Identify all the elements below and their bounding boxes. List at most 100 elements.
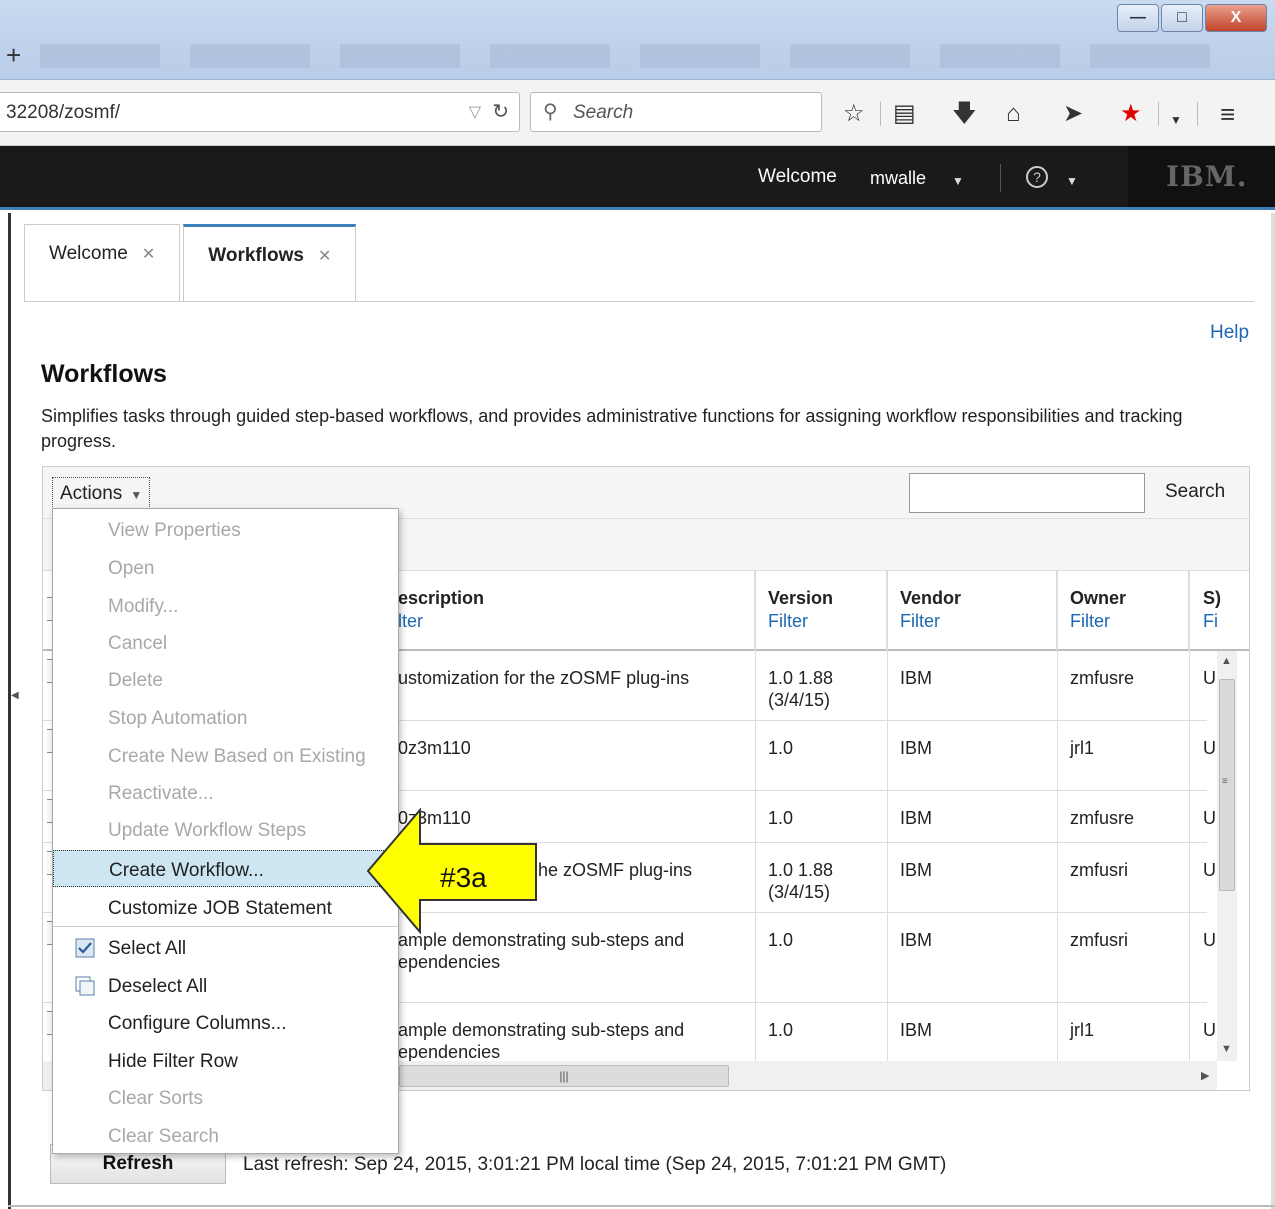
column-filter-link[interactable]: Filter <box>1070 611 1188 632</box>
column-filter-link[interactable]: lter <box>398 611 754 632</box>
cell-version: 1.0 <box>768 808 794 828</box>
cell-owner: jrl1 <box>1070 1020 1095 1040</box>
menu-separator <box>53 926 398 927</box>
column-header-version[interactable]: Version Filter <box>755 571 887 651</box>
help-link[interactable]: Help <box>1210 322 1249 344</box>
cell-vendor: IBM <box>900 930 933 950</box>
column-title: Vendor <box>900 588 962 608</box>
actions-menu: View Properties Open Modify... Cancel De… <box>52 508 399 1154</box>
cell-description: ample demonstrating sub-steps and epende… <box>398 1020 685 1062</box>
close-icon[interactable]: ✕ <box>142 246 155 263</box>
tab-label: Workflows <box>208 245 304 266</box>
toolbar-divider <box>880 102 881 126</box>
close-icon[interactable]: ✕ <box>318 248 331 265</box>
cell-description: 0z3m110 <box>398 738 471 758</box>
menu-item-deselect-all[interactable]: Deselect All <box>53 967 398 1004</box>
menu-item-customize-job-statement[interactable]: Customize JOB Statement <box>53 889 398 926</box>
url-dropdown-icon[interactable]: ▽ <box>469 102 481 122</box>
menu-item-cancel: Cancel <box>108 633 168 654</box>
cell-version: 1.0 1.88 (3/4/15) <box>768 668 834 710</box>
chevron-down-icon[interactable]: ▼ <box>952 174 964 188</box>
table-search-button[interactable]: Search <box>1165 481 1225 503</box>
cell-description: ample demonstrating sub-steps and epende… <box>398 930 685 972</box>
red-star-icon[interactable]: ★ <box>1120 102 1142 126</box>
url-text[interactable]: 32208/zosmf/ <box>6 102 120 124</box>
column-header-owner[interactable]: Owner Filter <box>1057 571 1189 651</box>
cell-vendor: IBM <box>900 860 933 880</box>
menu-item-label: Select All <box>108 938 187 959</box>
menu-item-hide-filter-row[interactable]: Hide Filter Row <box>53 1042 398 1079</box>
cell-system: U <box>1203 930 1216 950</box>
help-circle-icon[interactable]: ? <box>1026 166 1048 188</box>
menu-item-select-all[interactable]: Select All <box>53 929 398 966</box>
column-divider <box>1189 571 1190 1061</box>
column-title: Version <box>768 588 834 608</box>
menu-item-open: Open <box>108 558 155 579</box>
column-filter-link[interactable]: Fi <box>1203 611 1249 632</box>
app-header: Welcome mwalle ▼ ? ▼ IBM. <box>0 146 1275 210</box>
minimize-icon[interactable]: — <box>1117 4 1159 32</box>
reload-icon[interactable]: ↻ <box>492 99 509 124</box>
new-tab-button[interactable]: + <box>6 40 21 71</box>
close-icon[interactable]: X <box>1205 4 1267 32</box>
column-title: S) <box>1203 588 1221 608</box>
window-titlebar: + — □ X <box>0 0 1275 80</box>
chevron-down-icon[interactable]: ▼ <box>1066 174 1078 188</box>
table-search-input[interactable] <box>909 473 1145 513</box>
header-divider <box>1000 164 1001 192</box>
home-icon[interactable]: ⌂ <box>1006 102 1021 126</box>
brand-logo-text: IBM. <box>1166 160 1248 193</box>
vertical-scrollbar[interactable]: ▲ ≡ ▼ <box>1217 651 1237 1061</box>
tab-welcome[interactable]: Welcome ✕ <box>24 224 181 301</box>
cell-system: U <box>1203 738 1216 758</box>
search-icon: ⚲ <box>543 101 558 123</box>
bookmark-star-icon[interactable]: ☆ <box>843 102 865 126</box>
menu-hamburger-icon[interactable]: ≡ <box>1220 101 1235 127</box>
cell-system: U <box>1203 1020 1216 1040</box>
cell-system: U <box>1203 808 1216 828</box>
menu-item-update-workflow-steps: Update Workflow Steps <box>108 820 307 841</box>
menu-item-clear-search: Clear Search <box>108 1126 219 1147</box>
column-header-system[interactable]: S) Fi <box>1189 571 1249 651</box>
menu-item-label: Deselect All <box>108 976 208 997</box>
collapse-left-icon[interactable]: ◀ <box>11 690 19 701</box>
unchecked-checkbox-icon <box>75 976 95 996</box>
column-divider <box>1057 571 1058 1061</box>
download-icon[interactable]: 🡇 <box>952 102 977 126</box>
cell-vendor: IBM <box>900 1020 933 1040</box>
send-icon[interactable]: ➤ <box>1063 102 1083 126</box>
scroll-right-icon[interactable]: ▶ <box>1201 1069 1209 1082</box>
scroll-down-icon[interactable]: ▼ <box>1221 1043 1232 1055</box>
cell-vendor: IBM <box>900 738 933 758</box>
page-title: Workflows <box>41 360 167 388</box>
column-header-vendor[interactable]: Vendor Filter <box>887 571 1057 651</box>
maximize-icon[interactable]: □ <box>1161 4 1203 32</box>
browser-tab-strip[interactable] <box>40 44 1220 68</box>
cell-version: 1.0 <box>768 738 794 758</box>
menu-item-configure-columns[interactable]: Configure Columns... <box>53 1004 398 1041</box>
scroll-thumb[interactable]: ||| <box>399 1065 729 1087</box>
actions-button[interactable]: Actions ▼ <box>52 477 151 509</box>
toolbar-divider <box>1197 102 1198 126</box>
cell-vendor: IBM <box>900 808 933 828</box>
cell-description: he zOSMF plug-ins <box>538 860 693 880</box>
column-filter-link[interactable]: Filter <box>900 611 1056 632</box>
url-bar[interactable]: 32208/zosmf/ ▽ ↻ <box>0 92 520 132</box>
page-description: Simplifies tasks through guided step-bas… <box>41 406 1183 451</box>
column-filter-link[interactable]: Filter <box>768 611 886 632</box>
menu-item-clear-sorts: Clear Sorts <box>108 1088 204 1109</box>
browser-search-input[interactable]: ⚲ Search <box>530 92 822 132</box>
tab-underline <box>24 301 1254 302</box>
reading-list-icon[interactable]: ▤ <box>893 102 916 126</box>
welcome-text: Welcome <box>758 166 837 187</box>
app-tabs: Welcome ✕ Workflows ✕ <box>24 224 359 302</box>
tab-label: Welcome <box>49 243 128 264</box>
menu-item-create-workflow[interactable]: Create Workflow... <box>53 850 398 887</box>
scroll-up-icon[interactable]: ▲ <box>1221 655 1232 667</box>
user-menu[interactable]: mwalle <box>870 168 926 189</box>
chevron-down-icon[interactable]: ▼ <box>1170 108 1182 132</box>
ibm-logo: IBM. <box>1128 146 1275 207</box>
tab-workflows[interactable]: Workflows ✕ <box>183 224 357 302</box>
cell-owner: zmfusri <box>1070 860 1128 880</box>
cell-owner: zmfusre <box>1070 808 1135 828</box>
